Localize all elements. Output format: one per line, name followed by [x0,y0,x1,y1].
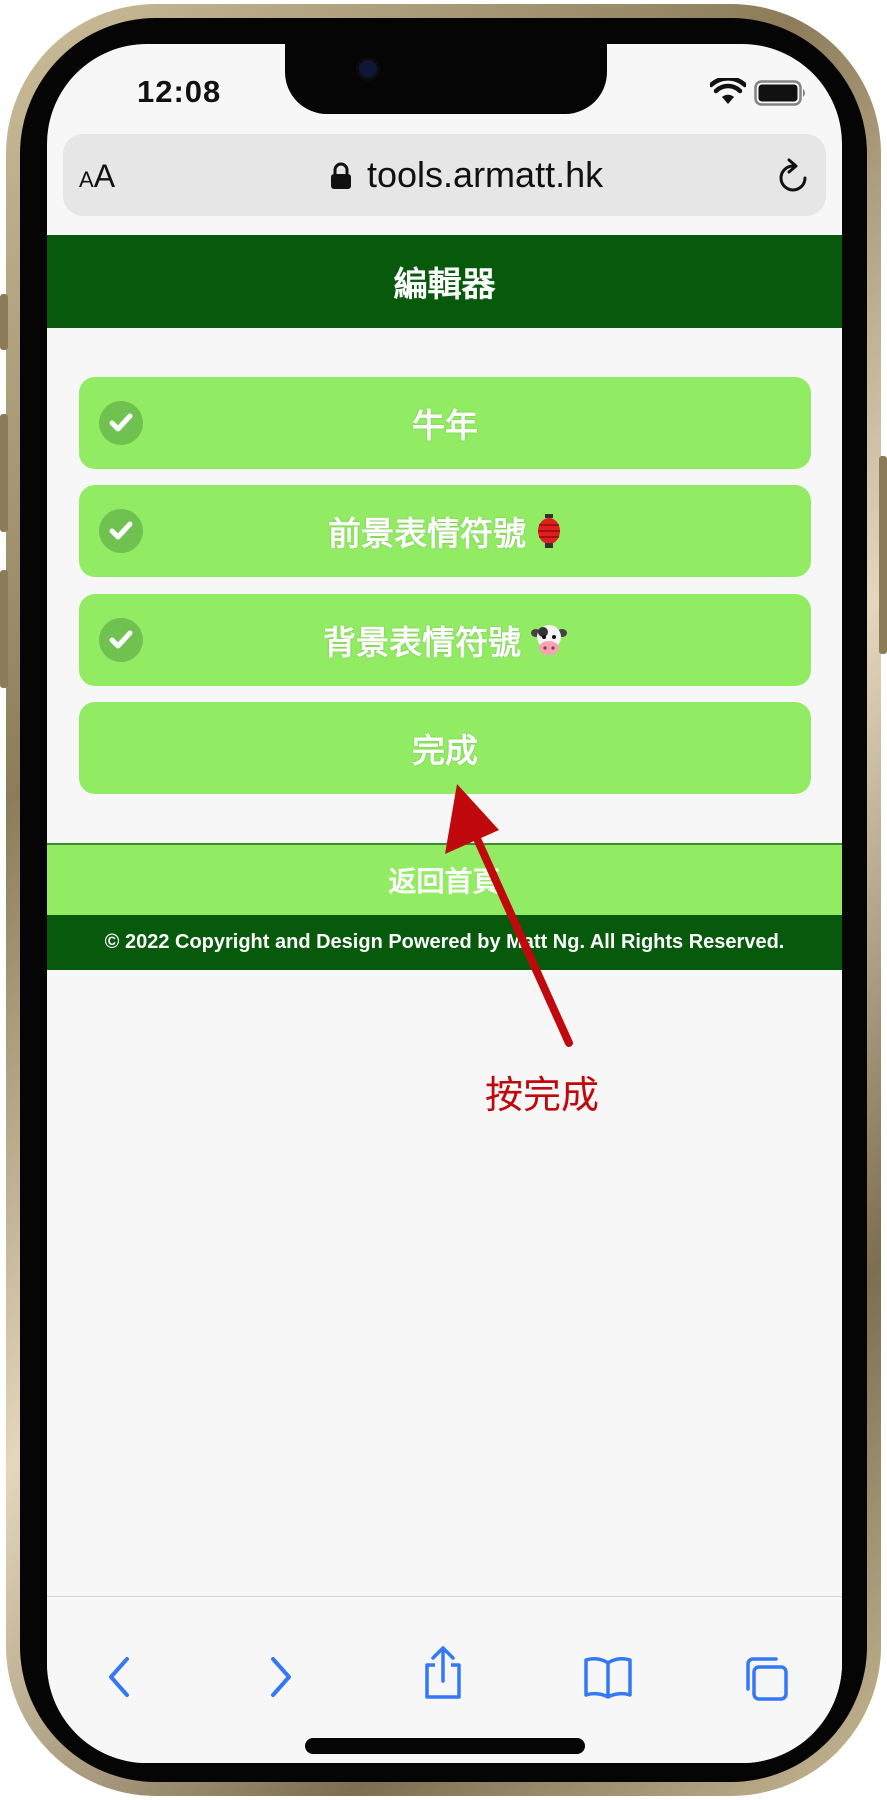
power-button [879,456,887,654]
annotation-arrow [445,784,573,1047]
annotation-text: 按完成 [485,1075,600,1117]
volume-up-button [0,414,8,532]
home-indicator [305,1738,585,1754]
front-camera [359,60,377,78]
tabs-icon[interactable] [742,1655,790,1703]
share-icon[interactable] [421,1645,465,1701]
bookmarks-icon[interactable] [583,1655,633,1699]
screen: 12:08 AA tools.armatt.hk 編輯器 牛年 前景表情符號 背… [47,44,842,1763]
back-icon[interactable] [105,1655,135,1699]
volume-down-button [0,570,8,688]
notch [285,44,607,114]
silent-switch [0,294,8,350]
forward-icon[interactable] [265,1655,295,1699]
